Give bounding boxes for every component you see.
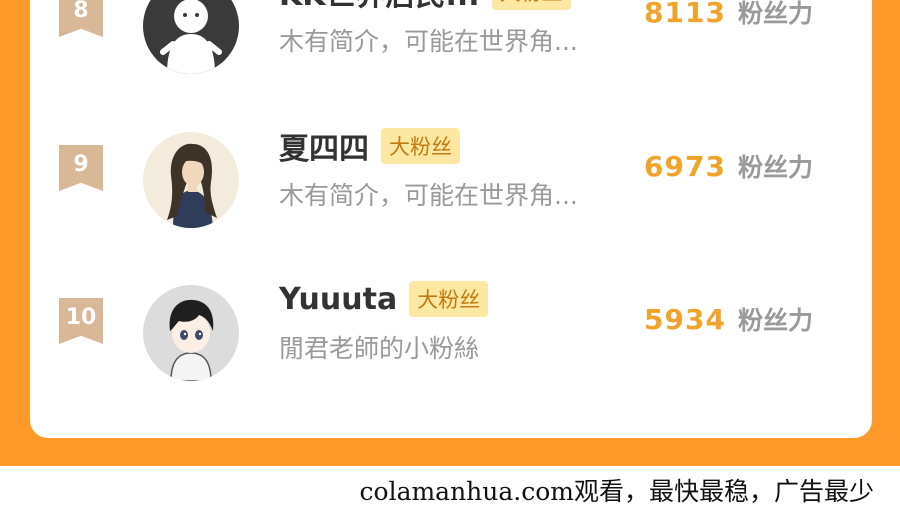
score-value: 6973 [644, 149, 726, 183]
user-bio: 閒君老師的小粉絲 [279, 334, 480, 363]
rank-badge: 10 [59, 298, 103, 344]
user-name-line: KK世界居民... 大粉丝 [279, 0, 571, 14]
avatar-image [143, 132, 239, 228]
fan-power-score: 8113 粉丝力 [644, 0, 813, 32]
user-name[interactable]: KK世界居民... [279, 0, 480, 14]
ranking-row-8[interactable]: 8 KK世界居民... 大粉丝 木有简介，可能在世界角... 8113 粉丝力 [30, 0, 872, 80]
score-value: 5934 [644, 302, 726, 336]
fan-power-score: 6973 粉丝力 [644, 146, 813, 186]
score-unit: 粉丝力 [737, 0, 813, 28]
score-value: 8113 [644, 0, 726, 29]
user-name-line: 夏四四 大粉丝 [279, 124, 460, 168]
fan-level-badge: 大粉丝 [381, 128, 460, 164]
ghost-avatar-icon[interactable] [143, 0, 239, 74]
ranking-card: 8 KK世界居民... 大粉丝 木有简介，可能在世界角... 8113 粉丝力 … [30, 0, 872, 438]
user-name-line: Yuuuta 大粉丝 [279, 277, 489, 321]
fan-level-badge: 大粉丝 [409, 281, 489, 317]
user-name[interactable]: Yuuuta [279, 282, 397, 317]
ranking-row-10[interactable]: 10 Yuuuta 大粉丝 閒君老師的小粉絲 5934 粉丝力 [30, 277, 872, 387]
user-bio: 木有简介，可能在世界角... [279, 27, 578, 56]
anime-long-hair-avatar-icon[interactable] [143, 132, 239, 228]
rank-badge: 9 [59, 145, 103, 191]
rank-badge: 8 [59, 0, 103, 37]
ranking-row-9[interactable]: 9 夏四四 大粉丝 木有简介，可能在世界角... 6973 粉丝力 [30, 124, 872, 234]
watermark-text: colamanhua.com观看，最快最稳，广告最少 [359, 477, 874, 506]
fan-level-badge: 大粉丝 [491, 0, 571, 10]
user-name[interactable]: 夏四四 [279, 124, 369, 168]
fan-power-score: 5934 粉丝力 [644, 299, 813, 339]
avatar-image [143, 0, 239, 74]
score-unit: 粉丝力 [737, 306, 813, 335]
score-unit: 粉丝力 [737, 153, 813, 182]
user-bio: 木有简介，可能在世界角... [279, 181, 578, 210]
anime-short-hair-avatar-icon[interactable] [143, 285, 239, 381]
avatar-image [143, 285, 239, 381]
